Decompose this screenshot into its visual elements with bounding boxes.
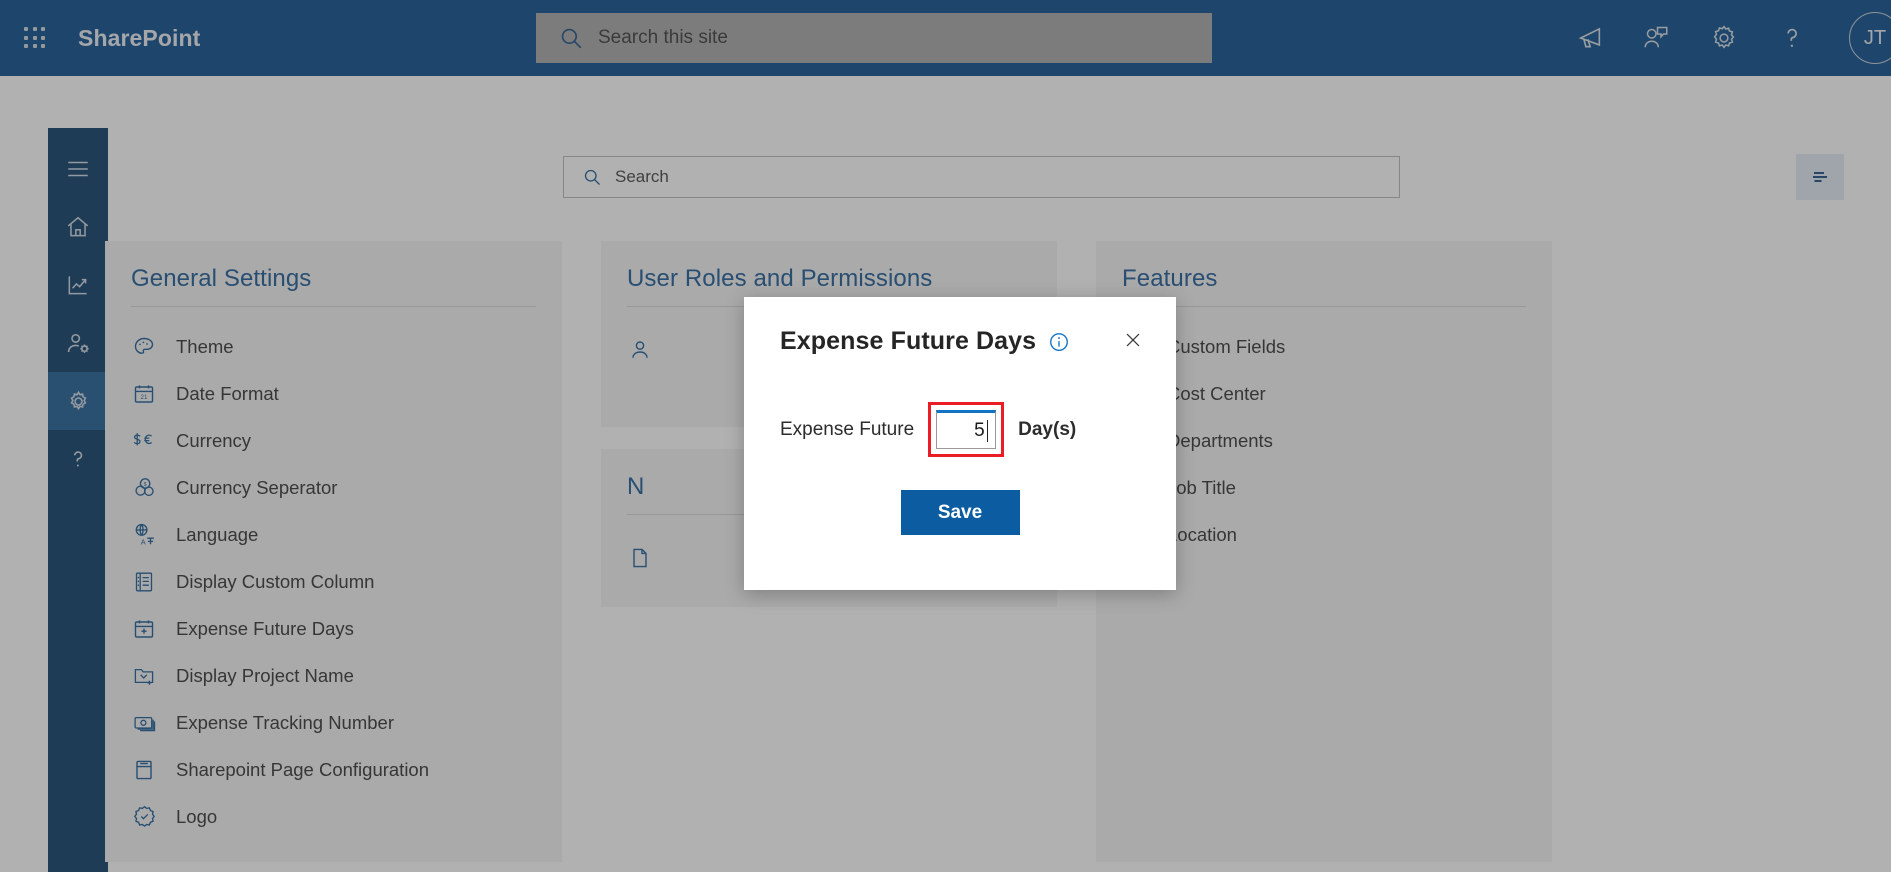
field-label: Expense Future	[780, 418, 915, 440]
field-highlight: 5	[928, 402, 1005, 457]
dialog-title: Expense Future Days	[780, 327, 1037, 355]
save-button[interactable]: Save	[900, 490, 1020, 535]
text-caret	[986, 419, 989, 442]
expense-future-days-input[interactable]: 5	[936, 410, 997, 449]
expense-future-field-row: Expense Future 5 Day(s)	[744, 402, 1176, 457]
expense-future-days-dialog: Expense Future Days Expense Future 5 Day…	[744, 297, 1176, 590]
close-icon[interactable]	[1118, 325, 1148, 355]
input-value: 5	[974, 419, 985, 441]
field-unit-label: Day(s)	[1018, 418, 1077, 440]
info-icon[interactable]	[1048, 331, 1070, 353]
dialog-actions: Save	[744, 490, 1176, 535]
dialog-header: Expense Future Days	[744, 297, 1176, 356]
